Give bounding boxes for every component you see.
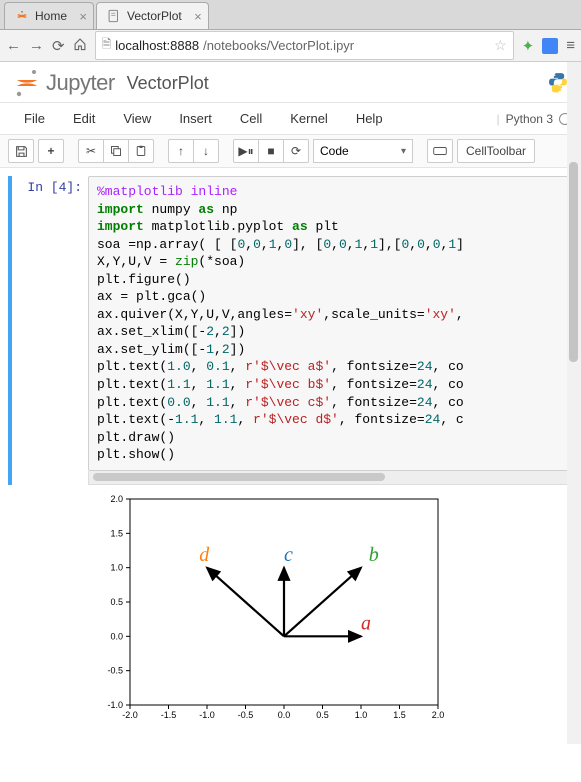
- svg-text:a⃗: a⃗: [361, 612, 387, 634]
- url-host: localhost: [115, 38, 166, 53]
- star-icon[interactable]: ☆: [494, 37, 507, 54]
- move-down-button[interactable]: ↓: [193, 139, 219, 163]
- reload-icon[interactable]: ⟳: [52, 37, 65, 55]
- menu-cell[interactable]: Cell: [226, 107, 276, 130]
- svg-text:c⃗: c⃗: [284, 544, 308, 566]
- svg-text:2.0: 2.0: [432, 710, 445, 720]
- save-button[interactable]: [8, 139, 34, 163]
- jupyter-menubar: File Edit View Insert Cell Kernel Help |…: [0, 103, 581, 135]
- svg-text:b⃗: b⃗: [369, 544, 395, 566]
- svg-text:-1.5: -1.5: [161, 710, 177, 720]
- code-input[interactable]: %matplotlib inline import numpy as np im…: [88, 176, 577, 471]
- forward-icon[interactable]: →: [29, 37, 44, 54]
- svg-text:-1.0: -1.0: [199, 710, 215, 720]
- svg-text:1.5: 1.5: [393, 710, 406, 720]
- scrollbar-thumb[interactable]: [93, 473, 385, 481]
- celltoolbar-button[interactable]: CellToolbar: [457, 139, 535, 163]
- browser-tab-strip: Home × VectorPlot ×: [0, 0, 581, 30]
- jupyter-icon: [15, 9, 29, 23]
- celltype-select[interactable]: Code: [313, 139, 413, 163]
- home-icon[interactable]: [73, 37, 87, 55]
- url-port: :8888: [167, 38, 200, 53]
- url-bar[interactable]: 🗎 localhost:8888/notebooks/VectorPlot.ip…: [95, 31, 514, 60]
- browser-tab-notebook[interactable]: VectorPlot ×: [96, 2, 209, 29]
- jupyter-header: Jupyter VectorPlot: [0, 62, 581, 103]
- jupyter-logo-icon: [12, 68, 42, 98]
- restart-button[interactable]: ⟳: [283, 139, 309, 163]
- vertical-scrollbar[interactable]: [567, 62, 581, 744]
- jupyter-toolbar: + ✂ ↑ ↓ ▶⏸ ■ ⟳ Code CellToolbar: [0, 135, 581, 168]
- command-palette-button[interactable]: [427, 139, 453, 163]
- back-icon[interactable]: ←: [6, 37, 21, 54]
- jupyter-logo-text: Jupyter: [46, 70, 115, 96]
- stop-button[interactable]: ■: [258, 139, 284, 163]
- paste-button[interactable]: [128, 139, 154, 163]
- notebook-icon: [107, 9, 121, 23]
- extension-icon-2[interactable]: [542, 38, 558, 54]
- menu-edit[interactable]: Edit: [59, 107, 109, 130]
- svg-text:0.5: 0.5: [316, 710, 329, 720]
- python-logo-icon: [547, 71, 569, 96]
- menu-insert[interactable]: Insert: [165, 107, 226, 130]
- menu-kernel[interactable]: Kernel: [276, 107, 342, 130]
- code-cell[interactable]: In [4]: %matplotlib inline import numpy …: [8, 176, 577, 485]
- menu-view[interactable]: View: [109, 107, 165, 130]
- svg-text:-0.5: -0.5: [238, 710, 254, 720]
- close-icon[interactable]: ×: [79, 9, 87, 24]
- menu-help[interactable]: Help: [342, 107, 397, 130]
- browser-tab-home[interactable]: Home ×: [4, 2, 94, 29]
- svg-text:-2.0: -2.0: [122, 710, 138, 720]
- cut-button[interactable]: ✂: [78, 139, 104, 163]
- notebook-name[interactable]: VectorPlot: [127, 73, 209, 94]
- tab-title: Home: [35, 9, 67, 23]
- menu-icon[interactable]: ≡: [566, 37, 575, 54]
- svg-text:-0.5: -0.5: [107, 665, 123, 675]
- close-icon[interactable]: ×: [194, 9, 202, 24]
- scrollbar-thumb[interactable]: [569, 162, 578, 362]
- horizontal-scrollbar[interactable]: ▸: [88, 471, 577, 485]
- input-prompt: In [4]:: [16, 176, 88, 485]
- svg-text:1.5: 1.5: [110, 528, 123, 538]
- svg-text:0.0: 0.0: [278, 710, 291, 720]
- run-button[interactable]: ▶⏸: [233, 139, 259, 163]
- quiver-plot: -1.0 -0.5 0.0 0.5 1.0 1.5 2.0 -2.0 -1.5 -1.0 -0.5 0…: [88, 493, 448, 723]
- browser-toolbar: ← → ⟳ 🗎 localhost:8888/notebooks/VectorP…: [0, 30, 581, 62]
- kernel-name: Python 3: [506, 112, 553, 126]
- menu-file[interactable]: File: [10, 107, 59, 130]
- tab-title: VectorPlot: [127, 9, 182, 23]
- svg-text:2.0: 2.0: [110, 494, 123, 504]
- add-cell-button[interactable]: +: [38, 139, 64, 163]
- page-icon: 🗎: [102, 35, 112, 56]
- extension-icon[interactable]: ✦: [522, 37, 535, 55]
- jupyter-logo[interactable]: Jupyter: [12, 68, 115, 98]
- svg-text:d⃗: d⃗: [199, 544, 225, 566]
- svg-text:1.0: 1.0: [355, 710, 368, 720]
- svg-text:1.0: 1.0: [110, 562, 123, 572]
- cell-output: -1.0 -0.5 0.0 0.5 1.0 1.5 2.0 -2.0 -1.5 -1.0 -0.5 0…: [88, 493, 577, 723]
- url-path: /notebooks/VectorPlot.ipyr: [203, 38, 354, 53]
- svg-text:-1.0: -1.0: [107, 700, 123, 710]
- copy-button[interactable]: [103, 139, 129, 163]
- notebook-area: In [4]: %matplotlib inline import numpy …: [0, 168, 581, 782]
- svg-text:0.0: 0.0: [110, 631, 123, 641]
- move-up-button[interactable]: ↑: [168, 139, 194, 163]
- svg-text:0.5: 0.5: [110, 597, 123, 607]
